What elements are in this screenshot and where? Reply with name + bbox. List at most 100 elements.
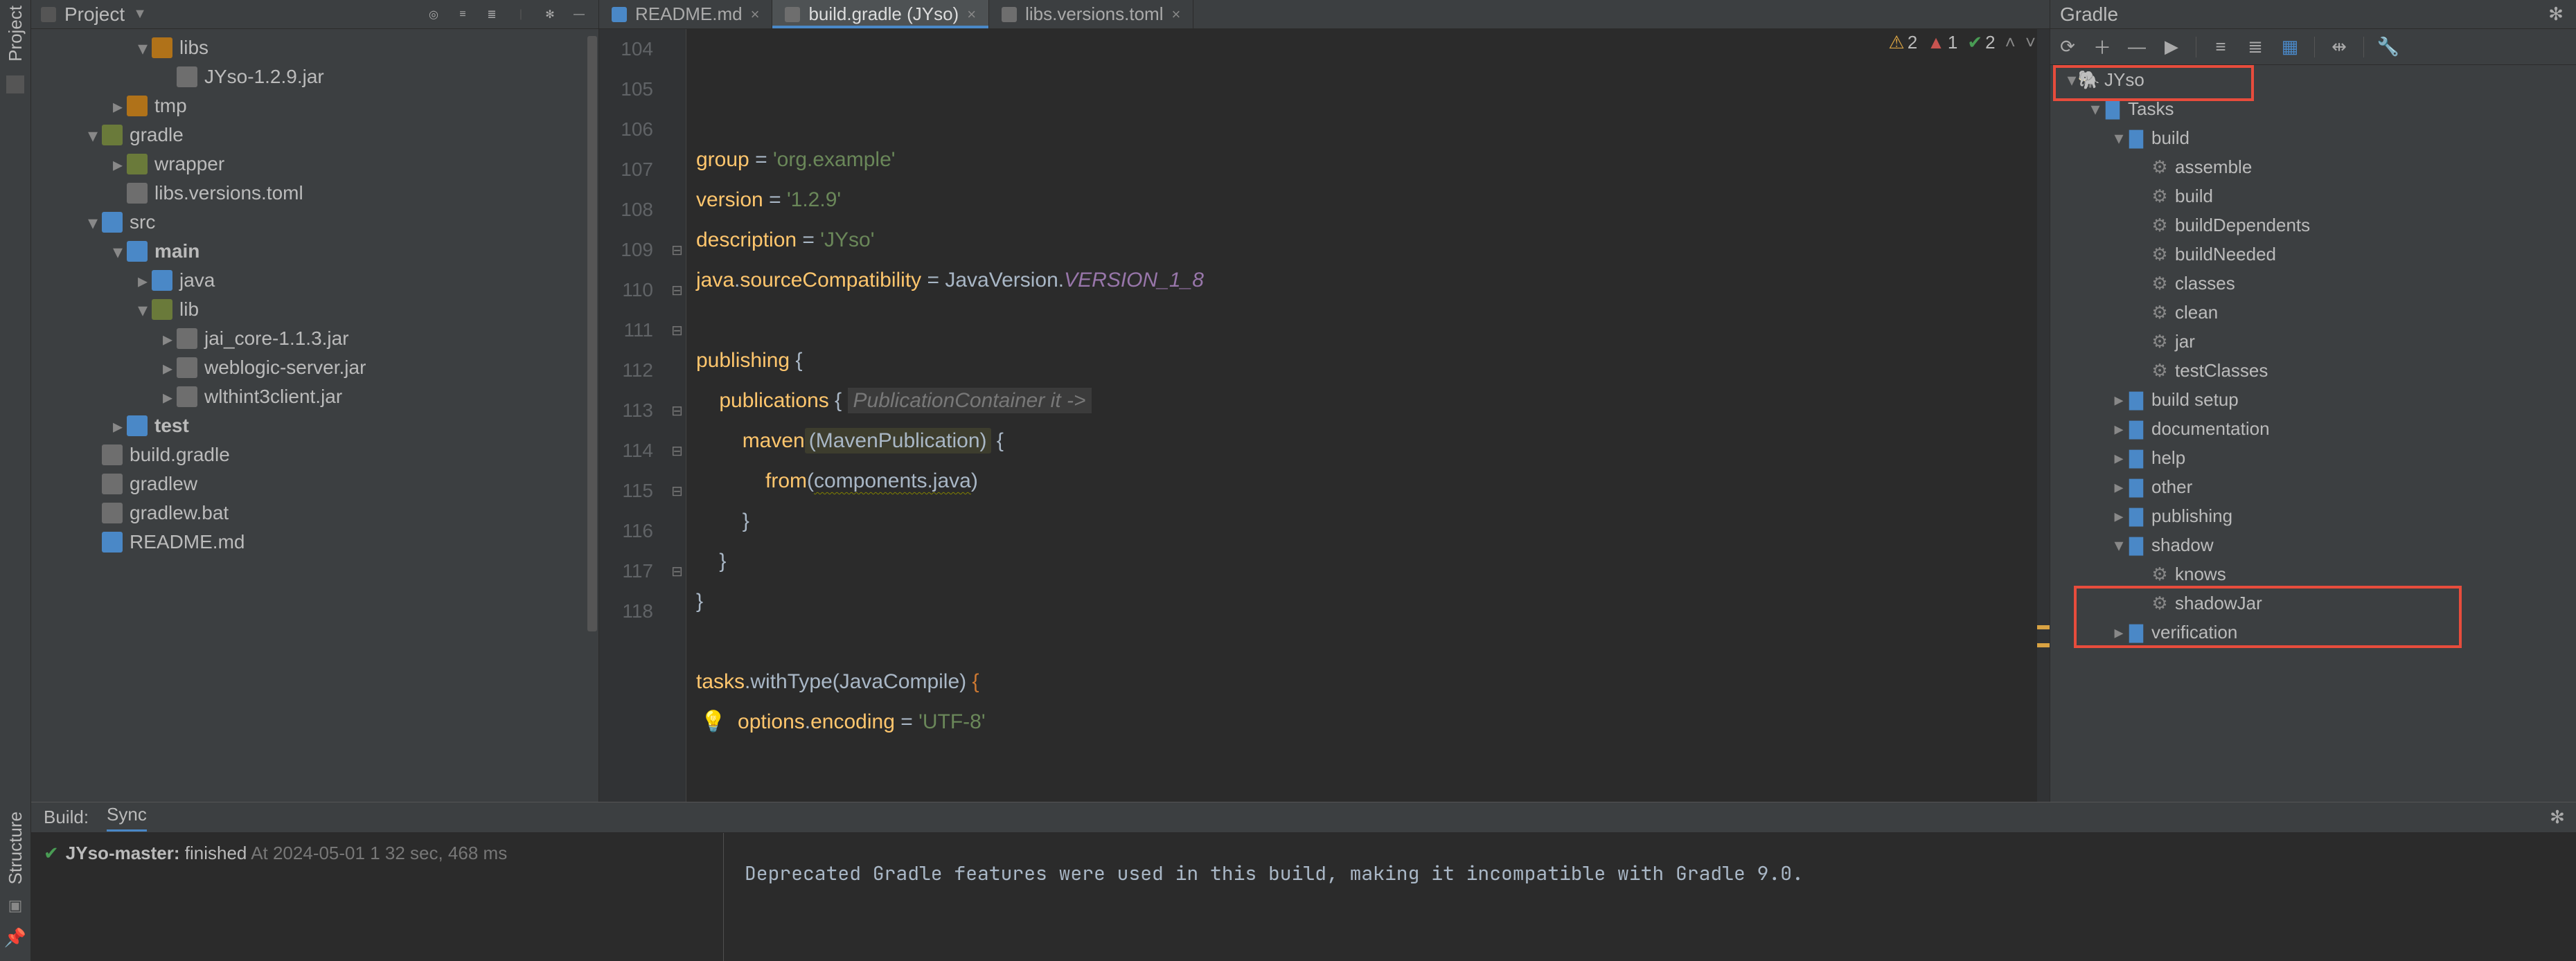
editor-tab[interactable]: build.gradle (JYso)× bbox=[772, 0, 989, 28]
gradle-collapse-icon[interactable]: ≣ bbox=[2245, 37, 2266, 57]
tree-row[interactable]: ▸test bbox=[31, 411, 598, 440]
line-number[interactable]: 117 bbox=[599, 551, 668, 591]
close-icon[interactable]: × bbox=[967, 6, 976, 24]
tree-row[interactable]: ▾lib bbox=[31, 295, 598, 324]
tree-row[interactable]: ▾gradle bbox=[31, 120, 598, 150]
code-line[interactable]: tasks.withType(JavaCompile) { bbox=[696, 662, 2050, 702]
line-number[interactable]: 106 bbox=[599, 109, 668, 150]
code-line[interactable] bbox=[696, 300, 2050, 341]
tree-row[interactable]: ▸wlthint3client.jar bbox=[31, 382, 598, 411]
toolwindow-icon[interactable] bbox=[6, 75, 24, 93]
tree-row[interactable]: libs.versions.toml bbox=[31, 179, 598, 208]
build-sync-tab[interactable]: Sync bbox=[107, 804, 147, 832]
gradle-group[interactable]: ▸▇publishing bbox=[2050, 501, 2576, 530]
gradle-add-icon[interactable]: ＋ bbox=[2092, 37, 2113, 57]
line-number[interactable]: 118 bbox=[599, 591, 668, 631]
code-line[interactable]: group = 'org.example' bbox=[696, 140, 2050, 180]
gradle-root[interactable]: ▾🐘JYso bbox=[2050, 65, 2576, 94]
build-settings-icon[interactable]: ✻ bbox=[2547, 807, 2568, 827]
gradle-wrench-icon[interactable]: 🔧 bbox=[2378, 37, 2399, 57]
line-number[interactable]: 113 bbox=[599, 390, 668, 431]
code-line[interactable] bbox=[696, 622, 2050, 662]
gradle-task[interactable]: ⚙buildDependents bbox=[2050, 210, 2576, 240]
editor-tab[interactable]: README.md× bbox=[599, 0, 772, 28]
close-icon[interactable]: × bbox=[1171, 6, 1180, 24]
tree-row[interactable]: build.gradle bbox=[31, 440, 598, 469]
tree-row[interactable]: JYso-1.2.9.jar bbox=[31, 62, 598, 91]
gradle-task[interactable]: ⚙assemble bbox=[2050, 152, 2576, 181]
locate-icon[interactable]: ◎ bbox=[424, 5, 443, 24]
code-line[interactable]: } bbox=[696, 501, 2050, 541]
line-number[interactable]: 105 bbox=[599, 69, 668, 109]
tree-row[interactable]: ▸wrapper bbox=[31, 150, 598, 179]
tree-row[interactable]: ▸tmp bbox=[31, 91, 598, 120]
hide-panel-icon[interactable]: — bbox=[569, 5, 589, 24]
build-status-tree[interactable]: ✔ JYso-master: finished At 2024-05-01 1 … bbox=[31, 833, 724, 961]
line-number[interactable]: 104 bbox=[599, 29, 668, 69]
line-number[interactable]: 116 bbox=[599, 511, 668, 551]
line-number[interactable]: 108 bbox=[599, 190, 668, 230]
project-tool-label[interactable]: Project bbox=[5, 6, 26, 62]
line-number[interactable]: 107 bbox=[599, 150, 668, 190]
collapse-all-icon[interactable]: ≣ bbox=[482, 5, 501, 24]
editor-tab[interactable]: libs.versions.toml× bbox=[989, 0, 1193, 28]
tree-row[interactable]: gradlew bbox=[31, 469, 598, 499]
line-number[interactable]: 115 bbox=[599, 471, 668, 511]
gradle-task[interactable]: ⚙clean bbox=[2050, 298, 2576, 327]
code-line[interactable]: description = 'JYso' bbox=[696, 220, 2050, 260]
code-line[interactable]: publishing { bbox=[696, 341, 2050, 381]
fold-strip[interactable]: ⊟⊟⊟⊟⊟⊟⊟ bbox=[668, 29, 686, 932]
gradle-offline-icon[interactable]: ⇹ bbox=[2329, 37, 2350, 57]
gradle-settings-icon[interactable]: ✻ bbox=[2546, 4, 2566, 25]
gradle-task[interactable]: ⚙classes bbox=[2050, 269, 2576, 298]
gradle-task[interactable]: ⚙knows bbox=[2050, 559, 2576, 589]
gradle-expand-icon[interactable]: ≡ bbox=[2210, 37, 2231, 57]
settings-icon[interactable]: ✻ bbox=[540, 5, 560, 24]
pin-icon[interactable]: 📌 bbox=[4, 927, 26, 949]
code-line[interactable]: version = '1.2.9' bbox=[696, 180, 2050, 220]
build-output[interactable]: Deprecated Gradle features were used in … bbox=[724, 833, 2576, 961]
code-line[interactable]: publications { PublicationContainer it -… bbox=[696, 381, 2050, 421]
gutter[interactable]: 1041051061071081091101111121131141151161… bbox=[599, 29, 668, 932]
tree-row[interactable]: ▾libs bbox=[31, 33, 598, 62]
line-number[interactable]: 109 bbox=[599, 230, 668, 270]
gradle-tasks[interactable]: ▾▇Tasks bbox=[2050, 94, 2576, 123]
gradle-task[interactable]: ⚙shadowJar bbox=[2050, 589, 2576, 618]
code-line[interactable]: from(components.java) bbox=[696, 461, 2050, 501]
structure-tool-label[interactable]: Structure bbox=[5, 811, 26, 885]
code-line[interactable]: 💡 options.encoding = 'UTF-8' bbox=[696, 702, 2050, 742]
gradle-tasks-icon[interactable]: ▦ bbox=[2280, 37, 2300, 57]
tree-row[interactable]: gradlew.bat bbox=[31, 499, 598, 528]
tree-row[interactable]: ▾main bbox=[31, 237, 598, 266]
tree-row[interactable]: ▸jai_core-1.1.3.jar bbox=[31, 324, 598, 353]
hide-icon[interactable]: ▣ bbox=[8, 897, 23, 915]
code-line[interactable]: } bbox=[696, 541, 2050, 582]
gradle-run-icon[interactable]: ▶ bbox=[2161, 37, 2182, 57]
gradle-group[interactable]: ▸▇other bbox=[2050, 472, 2576, 501]
expand-all-icon[interactable]: ≡ bbox=[453, 5, 472, 24]
close-icon[interactable]: × bbox=[751, 6, 760, 24]
code-area[interactable]: ⚠2 ▲1 ✔2 ˄ ˅ group = 'org.example'versio… bbox=[686, 29, 2050, 932]
code-line[interactable]: maven(MavenPublication) { bbox=[696, 421, 2050, 461]
gradle-build-group[interactable]: ▾▇build bbox=[2050, 123, 2576, 152]
gradle-group[interactable]: ▸▇build setup bbox=[2050, 385, 2576, 414]
chevron-up-icon[interactable]: ˄ bbox=[2005, 32, 2016, 53]
chevron-down-icon[interactable]: ˅ bbox=[2025, 32, 2036, 53]
project-panel-title[interactable]: Project ▼ bbox=[41, 3, 147, 26]
gradle-task[interactable]: ⚙buildNeeded bbox=[2050, 240, 2576, 269]
tree-row[interactable]: README.md bbox=[31, 528, 598, 557]
line-number[interactable]: 110 bbox=[599, 270, 668, 310]
editor-body[interactable]: 1041051061071081091101111121131141151161… bbox=[599, 29, 2050, 932]
code-line[interactable]: java.sourceCompatibility = JavaVersion.V… bbox=[696, 260, 2050, 300]
gradle-group[interactable]: ▸▇documentation bbox=[2050, 414, 2576, 443]
gradle-task[interactable]: ⚙testClasses bbox=[2050, 356, 2576, 385]
gradle-task[interactable]: ⚙build bbox=[2050, 181, 2576, 210]
tree-row[interactable]: ▸weblogic-server.jar bbox=[31, 353, 598, 382]
inspections-widget[interactable]: ⚠2 ▲1 ✔2 ˄ ˅ bbox=[1888, 32, 2036, 53]
tree-row[interactable]: ▸java bbox=[31, 266, 598, 295]
code-line[interactable]: } bbox=[696, 582, 2050, 622]
tree-scrollbar[interactable] bbox=[587, 36, 597, 631]
gradle-group[interactable]: ▸▇help bbox=[2050, 443, 2576, 472]
project-tree[interactable]: ▾libsJYso-1.2.9.jar▸tmp▾gradle▸wrapperli… bbox=[31, 29, 598, 890]
line-number[interactable]: 111 bbox=[599, 310, 668, 350]
